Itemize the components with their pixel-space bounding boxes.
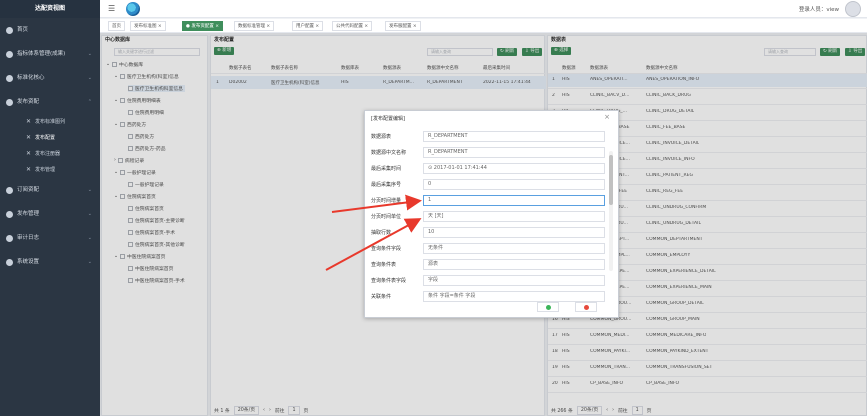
annotation-arrow (325, 218, 422, 271)
annotation-arrows (325, 194, 422, 271)
annotation-arrow (331, 194, 422, 213)
